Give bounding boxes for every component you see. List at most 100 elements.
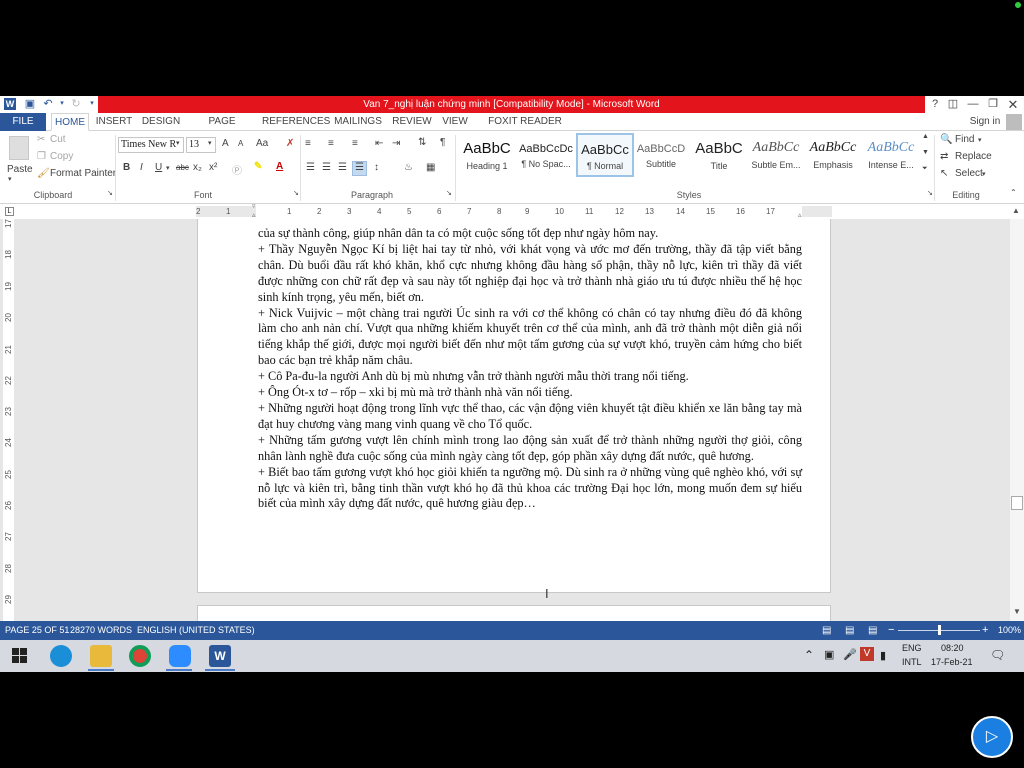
undo-dropdown-icon[interactable]: ▾ bbox=[56, 98, 68, 110]
highlight-icon[interactable]: ✎ bbox=[254, 161, 262, 172]
tab-home[interactable]: HOME bbox=[51, 113, 89, 131]
scrollbar-thumb[interactable] bbox=[1011, 496, 1023, 510]
paragraph[interactable]: của sự thành công, giúp nhân dân ta có m… bbox=[258, 226, 802, 242]
paragraph[interactable]: + Thầy Nguyễn Ngọc Kí bị liệt hai tay từ… bbox=[258, 242, 802, 306]
scroll-down-icon[interactable]: ▼ bbox=[1013, 607, 1021, 616]
style-no-spacing[interactable]: AaBbCcDc ¶ No Spac... bbox=[517, 133, 575, 177]
multilevel-list-icon[interactable]: ≡ bbox=[352, 138, 358, 149]
shrink-font-button[interactable]: A bbox=[238, 139, 243, 148]
edge-icon[interactable] bbox=[50, 645, 72, 667]
zoom-app-icon[interactable] bbox=[169, 645, 191, 667]
clock-time[interactable]: 08:20 bbox=[941, 643, 964, 653]
undo-icon[interactable]: ↶ bbox=[42, 98, 54, 110]
next-page[interactable] bbox=[197, 605, 831, 621]
tab-design[interactable]: DESIGN bbox=[140, 113, 182, 131]
style-normal[interactable]: AaBbCc ¶ Normal bbox=[576, 133, 634, 177]
shading-icon[interactable]: ♨ bbox=[404, 162, 413, 173]
clipboard-launcher-icon[interactable]: ↘ bbox=[107, 189, 113, 197]
superscript-button[interactable]: x² bbox=[209, 162, 217, 173]
paragraph-launcher-icon[interactable]: ↘ bbox=[446, 189, 452, 197]
paste-button[interactable]: Paste bbox=[7, 164, 33, 175]
tab-file[interactable]: FILE bbox=[0, 113, 46, 131]
format-painter-button[interactable]: Format Painter bbox=[50, 168, 116, 179]
customize-qat-icon[interactable]: ▾ bbox=[86, 98, 98, 110]
zoom-in-button[interactable]: + bbox=[982, 621, 988, 640]
styles-scroll-down-icon[interactable]: ▼ bbox=[922, 149, 929, 156]
windows-start-icon[interactable] bbox=[12, 648, 28, 664]
input-language[interactable]: ENG bbox=[902, 643, 922, 653]
horizontal-ruler[interactable]: 2 1 1 2 3 4 5 6 7 8 9 10 11 12 13 14 15 … bbox=[196, 203, 832, 219]
numbering-icon[interactable]: ≡ bbox=[328, 138, 334, 149]
bold-button[interactable]: B bbox=[123, 162, 130, 173]
scroll-up-icon[interactable]: ▲ bbox=[1012, 206, 1020, 215]
web-layout-icon[interactable]: ▤ bbox=[868, 621, 877, 640]
replace-button[interactable]: Replace bbox=[955, 151, 992, 162]
notifications-icon[interactable]: 🗨 bbox=[990, 648, 1005, 662]
styles-launcher-icon[interactable]: ↘ bbox=[927, 189, 933, 197]
paragraph[interactable]: + Nick Vuijvic – một chàng trai người Úc… bbox=[258, 306, 802, 370]
cut-button[interactable]: Cut bbox=[50, 134, 66, 145]
paragraph[interactable]: + Ông Ót-x tơ – rốp – xki bị mù mà trở t… bbox=[258, 385, 802, 401]
style-subtitle[interactable]: AaBbCcD Subtitle bbox=[632, 133, 690, 177]
line-spacing-icon[interactable]: ↕ bbox=[374, 162, 379, 173]
grow-font-button[interactable]: A bbox=[222, 138, 229, 149]
microphone-icon[interactable]: 🎤 bbox=[843, 648, 857, 661]
copy-button[interactable]: Copy bbox=[50, 151, 73, 162]
document-page[interactable]: của sự thành công, giúp nhân dân ta có m… bbox=[197, 219, 831, 601]
word-taskbar-icon[interactable]: W bbox=[209, 645, 231, 667]
font-launcher-icon[interactable]: ↘ bbox=[293, 189, 299, 197]
font-name-dropdown-icon[interactable]: ▾ bbox=[176, 139, 180, 147]
styles-more-icon[interactable]: ⏷ bbox=[922, 165, 928, 173]
sign-in-link[interactable]: Sign in bbox=[966, 113, 1004, 131]
read-mode-icon[interactable]: ▤ bbox=[822, 621, 831, 640]
paste-dropdown-icon[interactable]: ▾ bbox=[8, 175, 12, 183]
font-color-button[interactable]: A bbox=[276, 161, 283, 172]
chrome-icon[interactable] bbox=[129, 645, 151, 667]
subscript-button[interactable]: x₂ bbox=[193, 162, 202, 173]
account-avatar[interactable] bbox=[1006, 114, 1022, 130]
select-button[interactable]: Select bbox=[955, 168, 983, 179]
paragraph[interactable]: + Biết bao tấm gương vượt khó học giỏi k… bbox=[258, 465, 802, 513]
vertical-ruler[interactable]: 17 18 19 20 21 22 23 24 25 26 27 28 29 bbox=[3, 219, 14, 621]
page-count[interactable]: PAGE 25 OF 51 bbox=[5, 621, 69, 640]
video-camera-icon[interactable]: ▷ bbox=[971, 716, 1013, 758]
italic-button[interactable]: I bbox=[140, 162, 143, 173]
zoom-slider-thumb[interactable] bbox=[938, 625, 941, 635]
language-status[interactable]: ENGLISH (UNITED STATES) bbox=[137, 621, 255, 640]
tab-references[interactable]: REFERENCES bbox=[262, 113, 330, 131]
increase-indent-icon[interactable]: ⇥ bbox=[392, 138, 400, 149]
bullets-icon[interactable]: ≡ bbox=[305, 138, 311, 149]
tray-overflow-icon[interactable]: ⌃ bbox=[804, 648, 814, 662]
paragraph[interactable]: + Những tấm gương vượt lên chính mình tr… bbox=[258, 433, 802, 465]
tab-selector-icon[interactable]: L bbox=[5, 207, 14, 216]
vertical-scrollbar[interactable]: ▼ bbox=[1010, 219, 1024, 621]
decrease-indent-icon[interactable]: ⇤ bbox=[375, 138, 383, 149]
underline-dropdown-icon[interactable]: ▾ bbox=[166, 164, 170, 172]
tab-page-layout[interactable]: PAGE LAYOUT bbox=[188, 113, 256, 145]
ribbon-display-icon[interactable]: ◫ bbox=[944, 96, 962, 113]
underline-button[interactable]: U bbox=[155, 162, 162, 173]
clear-formatting-icon[interactable]: ✗ bbox=[286, 138, 294, 149]
file-explorer-icon[interactable] bbox=[90, 645, 112, 667]
print-layout-icon[interactable]: ▤ bbox=[845, 621, 854, 640]
align-right-icon[interactable]: ☰ bbox=[338, 162, 347, 173]
restore-button[interactable]: ❐ bbox=[984, 96, 1002, 113]
document-area[interactable]: 17 18 19 20 21 22 23 24 25 26 27 28 29 c… bbox=[0, 219, 1010, 621]
style-subtle-emphasis[interactable]: AaBbCc Subtle Em... bbox=[747, 133, 805, 177]
zoom-out-button[interactable]: − bbox=[888, 621, 894, 640]
tray-meet-icon[interactable]: ▣ bbox=[824, 648, 834, 661]
minimize-button[interactable]: — bbox=[964, 96, 982, 113]
paste-icon[interactable] bbox=[9, 136, 29, 160]
tab-mailings[interactable]: MAILINGS bbox=[333, 113, 383, 131]
font-size-dropdown-icon[interactable]: ▾ bbox=[208, 139, 212, 147]
sort-icon[interactable]: ⇅ bbox=[418, 137, 426, 148]
help-button[interactable]: ? bbox=[926, 96, 944, 113]
clock-date[interactable]: 17-Feb-21 bbox=[931, 657, 973, 667]
find-button[interactable]: Find bbox=[955, 134, 974, 145]
style-emphasis[interactable]: AaBbCc Emphasis bbox=[804, 133, 862, 177]
close-button[interactable]: ✕ bbox=[1004, 96, 1022, 113]
style-intense-emphasis[interactable]: AaBbCc Intense E... bbox=[862, 133, 920, 177]
select-dropdown-icon[interactable]: ▾ bbox=[982, 170, 986, 178]
styles-scroll-up-icon[interactable]: ▲ bbox=[922, 133, 929, 140]
font-name-combo[interactable]: Times New R bbox=[118, 137, 184, 153]
